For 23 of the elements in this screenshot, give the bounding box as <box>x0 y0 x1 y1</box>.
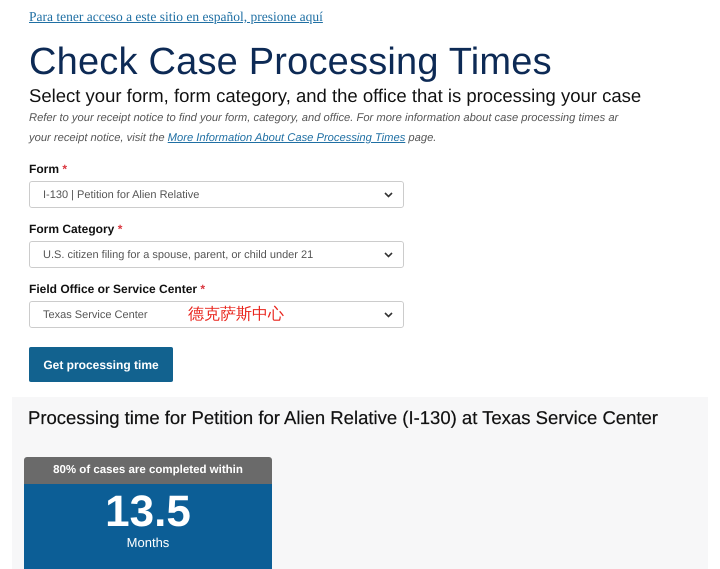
processing-time-value: 13.5 <box>105 488 191 536</box>
select-field[interactable]: Texas Service Center 德克萨斯中心 <box>29 301 404 328</box>
chevron-icon <box>384 252 393 258</box>
required-asterisk: * <box>62 162 68 176</box>
required-asterisk: * <box>118 222 122 236</box>
instructions-text: Refer to your receipt notice to find your form, category, and office. For more information about case processing times ar your receipt notice, visit the More Information About Case Processing Times page. <box>29 111 620 146</box>
page-subtitle: Select your form, form category, and the office that is processing your case <box>29 84 642 108</box>
annotation-text: 德克萨斯中心 <box>188 304 284 325</box>
page-title: Check Case Processing Times <box>29 40 553 84</box>
card-header: 80% of cases are completed within <box>24 457 272 484</box>
info-link[interactable]: More Information About Case Processing Times <box>168 132 406 144</box>
result-heading: Processing time for Petition for Alien Relative (I-130) at Texas Service Center <box>28 407 659 429</box>
submit-button[interactable]: Get processing time <box>29 347 173 382</box>
language-link[interactable]: Para tener acceso a este sitio en español, presione aquí <box>29 9 323 25</box>
chevron-icon <box>384 192 393 198</box>
field-label: Field Office or Service Center * <box>29 282 206 298</box>
select-field[interactable]: I-130 | Petition for Alien Relative <box>29 181 404 208</box>
chevron-icon <box>384 312 393 318</box>
field-label: Form * <box>29 162 68 178</box>
required-asterisk: * <box>200 282 206 296</box>
select-field[interactable]: U.S. citizen filing for a spouse, parent, or child under 21 <box>29 241 404 268</box>
field-label: Form Category * <box>29 222 124 238</box>
time-unit: Months <box>126 536 170 550</box>
